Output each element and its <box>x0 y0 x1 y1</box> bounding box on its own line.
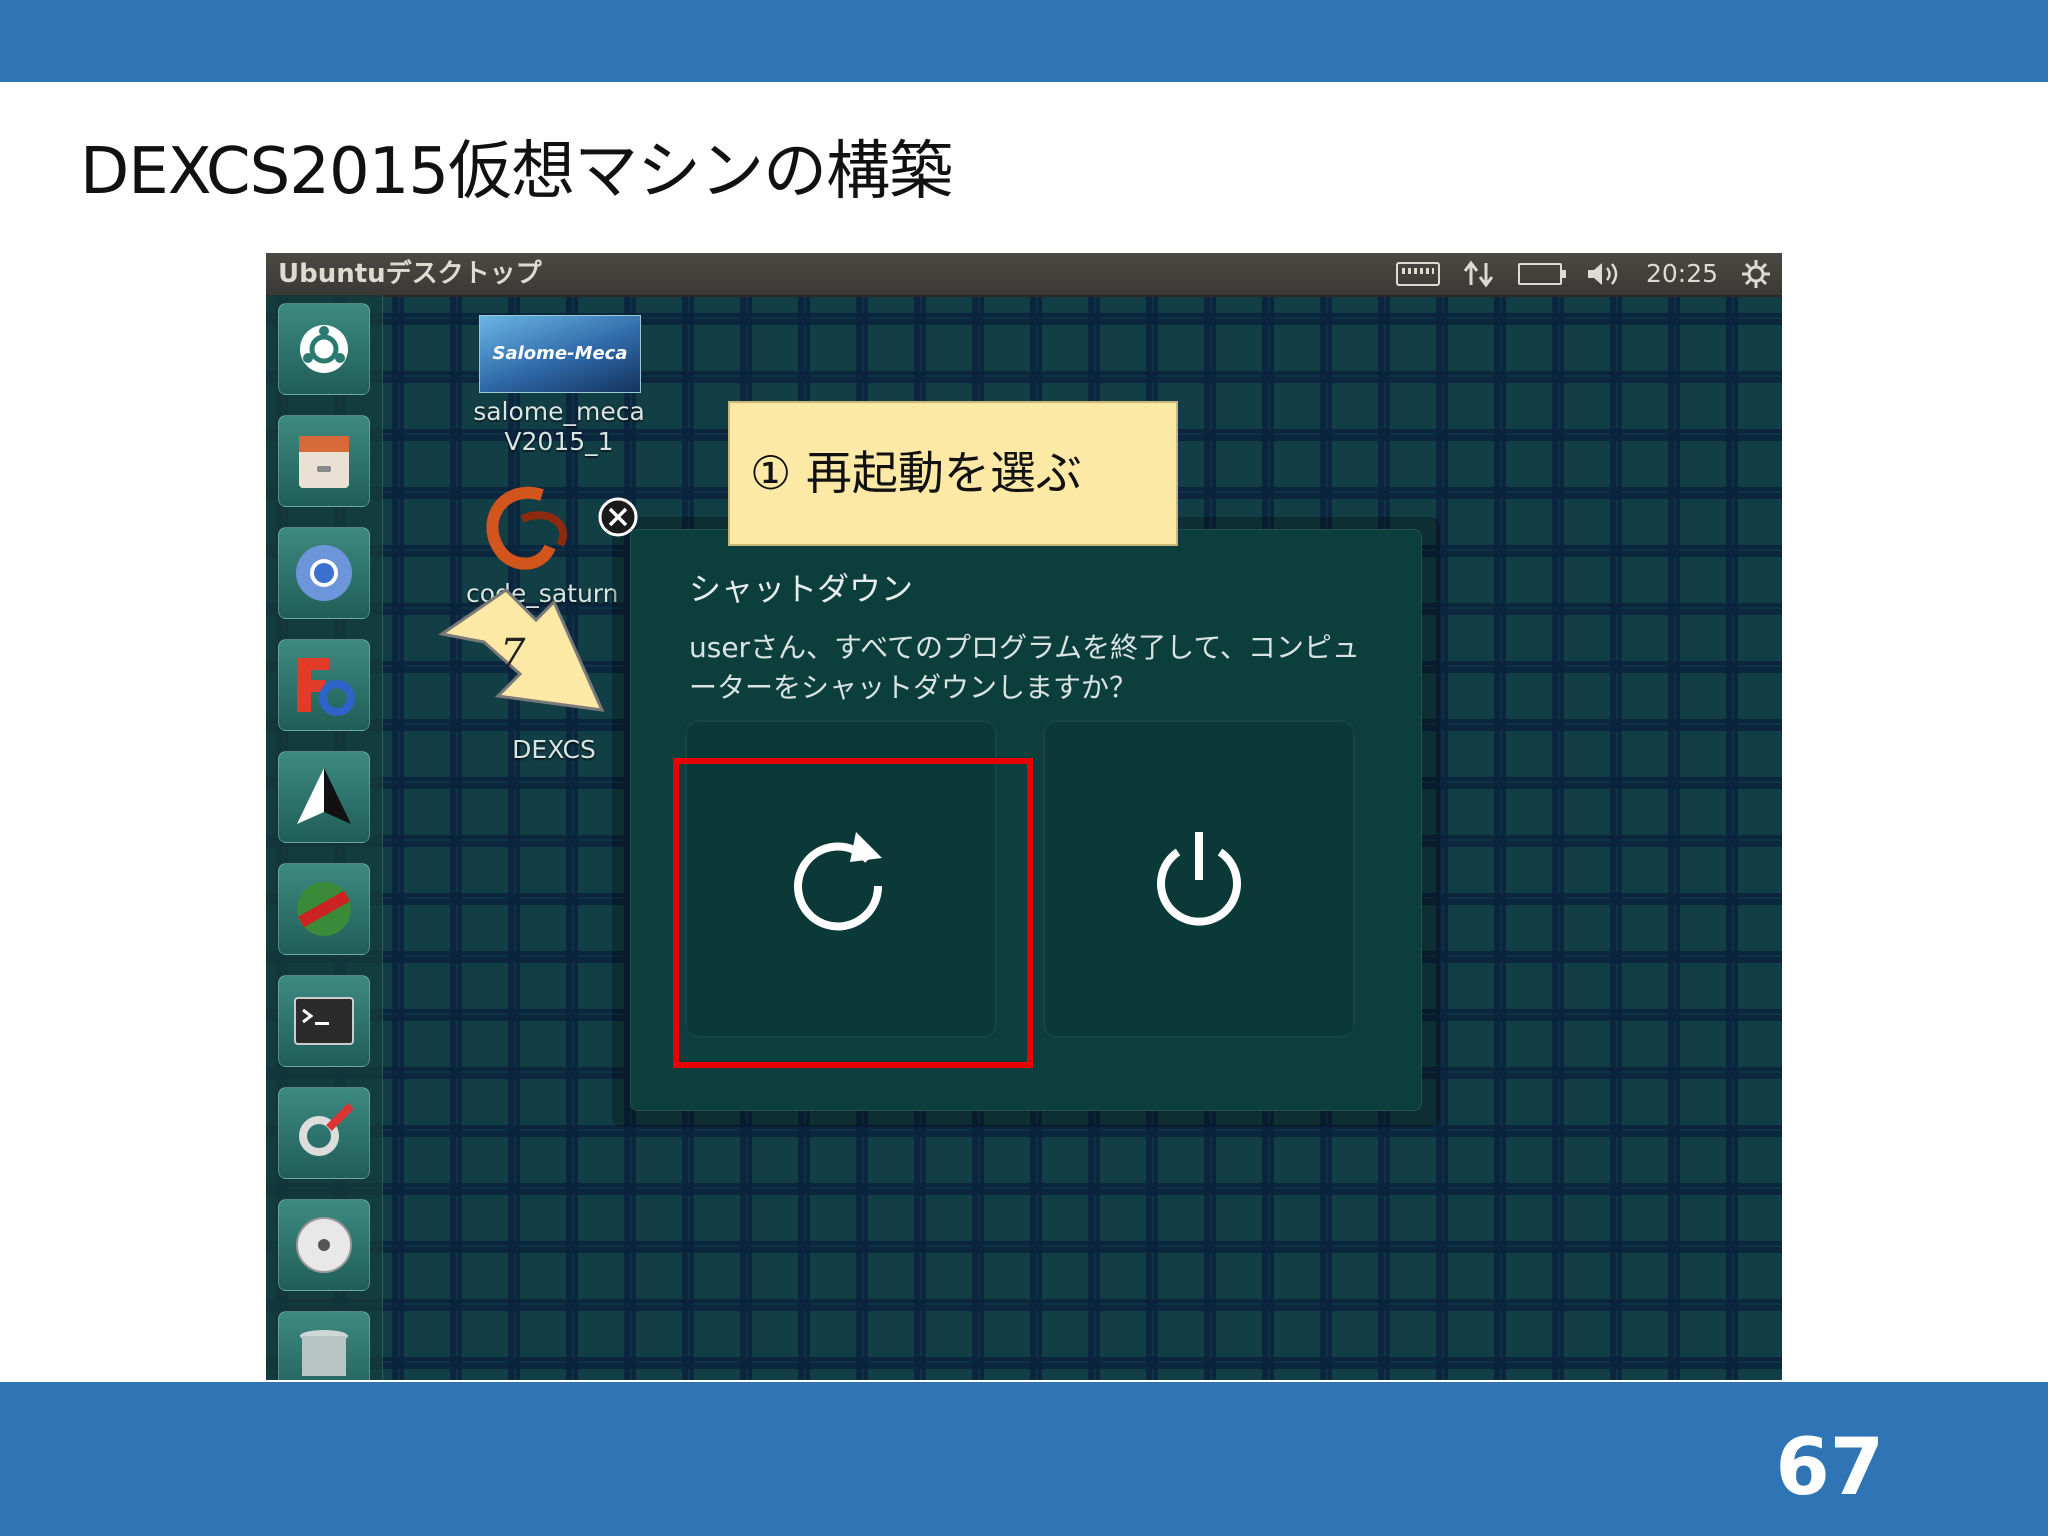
salome-meca-thumbnail[interactable]: Salome-Meca <box>479 315 641 393</box>
trash-icon[interactable] <box>278 1311 370 1380</box>
ruby-icon[interactable] <box>278 863 370 955</box>
dialog-title: シャットダウン <box>689 570 914 608</box>
dialog-message: userさん、すべてのプログラムを終了して、コンピューターをシャットダウンします… <box>689 631 1360 704</box>
ubuntu-dash-icon[interactable] <box>278 303 370 395</box>
salome-meca-label[interactable]: salome_meca V2015_1 <box>464 397 654 457</box>
network-icon[interactable] <box>1462 259 1496 289</box>
dvd-icon[interactable] <box>278 1199 370 1291</box>
close-icon[interactable] <box>596 495 640 539</box>
shutdown-button[interactable] <box>1043 720 1355 1038</box>
salome-label-line2: V2015_1 <box>504 427 614 456</box>
slide-top-bar <box>0 0 2048 82</box>
clock[interactable]: 20:25 <box>1646 253 1718 295</box>
ubuntu-desktop-screenshot: Ubuntuデスクトップ 20:25 Salome-Meca salome_me… <box>266 253 1782 1380</box>
power-icon <box>1157 832 1241 926</box>
salome-label-line1: salome_meca <box>473 397 645 426</box>
gear-icon[interactable] <box>1740 258 1772 290</box>
chromium-icon[interactable] <box>278 527 370 619</box>
instruction-callout: ① 再起動を選ぶ <box>728 401 1178 546</box>
dexcs-label[interactable]: DEXCS <box>494 735 614 765</box>
paraview-icon[interactable] <box>278 751 370 843</box>
indicator-area: 20:25 <box>1395 253 1772 295</box>
freecad-icon[interactable] <box>278 639 370 731</box>
code-saturne-icon[interactable] <box>472 483 592 583</box>
settings-icon[interactable] <box>278 1087 370 1179</box>
restart-highlight-box <box>673 758 1033 1068</box>
panel-title: Ubuntuデスクトップ <box>278 259 542 289</box>
top-panel: Ubuntuデスクトップ 20:25 <box>266 253 1782 297</box>
arrow-label: 7 <box>500 631 526 677</box>
pointer-arrow-icon <box>438 588 605 712</box>
volume-icon[interactable] <box>1584 259 1624 289</box>
battery-icon[interactable] <box>1517 263 1566 285</box>
slide-title: DEXCS2015仮想マシンの構築 <box>80 135 953 209</box>
slide-bottom-bar <box>0 1382 2048 1536</box>
keyboard-icon[interactable] <box>1395 262 1440 286</box>
page-number: 67 <box>1775 1423 1884 1513</box>
files-icon[interactable] <box>278 415 370 507</box>
terminal-icon[interactable] <box>278 975 370 1067</box>
launcher <box>266 295 383 1380</box>
